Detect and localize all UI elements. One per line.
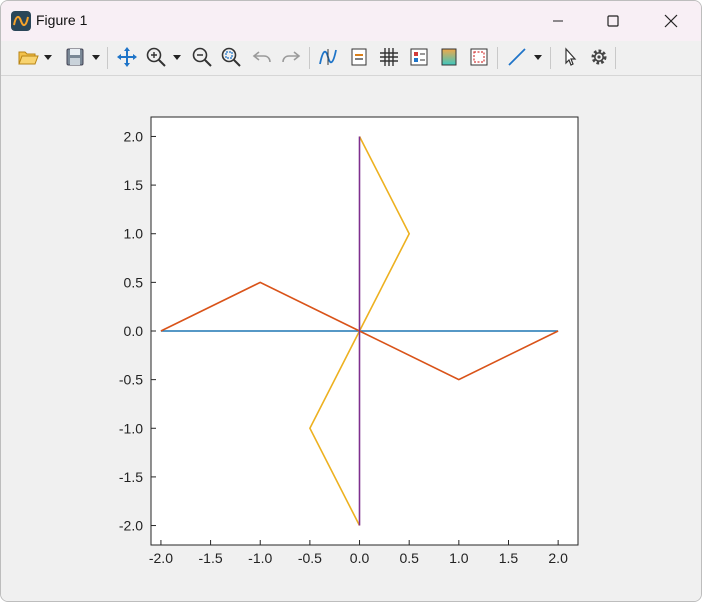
zoom-in-button[interactable] (143, 44, 169, 70)
maximize-button[interactable] (586, 1, 640, 41)
y-tick-label: -1.0 (119, 420, 143, 436)
property-inspector-button[interactable] (406, 44, 432, 70)
close-icon (664, 14, 678, 28)
x-tick-label: 0.0 (350, 550, 370, 566)
data-cursor-button[interactable] (315, 44, 341, 70)
y-tick-label: 2.0 (124, 128, 144, 144)
zoom-in-dropdown[interactable] (170, 44, 184, 70)
zoom-in-icon (146, 47, 166, 67)
line-style-icon (508, 48, 526, 66)
pan-icon (117, 47, 137, 67)
x-tick-label: -0.5 (298, 550, 322, 566)
y-tick-label: 1.5 (124, 177, 144, 193)
colorbar-button[interactable] (436, 44, 462, 70)
save-icon (66, 48, 84, 66)
y-tick-label: 0.5 (124, 274, 144, 290)
title-bar: Figure 1 (1, 1, 701, 41)
figure-window: Figure 1 -2.0 -1.5 -1.0 -0.5 0.0 0.5 1.0… (0, 0, 702, 602)
chevron-down-icon (534, 55, 542, 60)
matlab-figure-icon (11, 11, 31, 31)
line-style-button[interactable] (504, 44, 530, 70)
toolbar-separator (615, 47, 616, 69)
y-tick-label: 0.0 (124, 323, 144, 339)
zoom-out-icon (192, 47, 212, 67)
minimize-icon (553, 20, 563, 22)
grid-icon (380, 48, 398, 66)
grid-button[interactable] (376, 44, 402, 70)
y-tick-label: -1.5 (119, 469, 143, 485)
chevron-down-icon (173, 55, 181, 60)
redo-icon (282, 51, 301, 63)
save-button[interactable] (62, 44, 88, 70)
undo-icon (252, 51, 271, 63)
pan-button[interactable] (114, 44, 140, 70)
chevron-down-icon (92, 55, 100, 60)
toolbar-separator (309, 47, 310, 69)
plot-svg[interactable]: -2.0 -1.5 -1.0 -0.5 0.0 0.5 1.0 1.5 2.0 2.0 1.5 1.0… (1, 76, 701, 601)
select-pointer-button[interactable] (557, 44, 583, 70)
y-tick-label: -2.0 (119, 518, 143, 534)
figure-toolbar (1, 41, 701, 76)
zoom-fit-icon (221, 47, 241, 67)
minimize-button[interactable] (531, 1, 585, 41)
close-button[interactable] (644, 1, 698, 41)
settings-button[interactable] (586, 44, 612, 70)
y-tick-label: 1.0 (124, 226, 144, 242)
colorbar-icon (441, 48, 457, 66)
zoom-fit-button[interactable] (218, 44, 244, 70)
chevron-down-icon (44, 55, 52, 60)
plot-edit-button[interactable] (466, 44, 492, 70)
property-inspector-icon (410, 48, 428, 66)
x-tick-label: 2.0 (548, 550, 568, 566)
open-file-dropdown[interactable] (41, 44, 55, 70)
open-file-button[interactable] (15, 44, 41, 70)
open-file-icon (18, 51, 39, 65)
window-title: Figure 1 (36, 12, 88, 28)
maximize-icon (607, 15, 619, 27)
toolbar-separator (550, 47, 551, 69)
x-tick-label: 0.5 (399, 550, 419, 566)
x-tick-label: -1.5 (199, 550, 223, 566)
zoom-out-button[interactable] (189, 44, 215, 70)
save-dropdown[interactable] (89, 44, 103, 70)
redo-button[interactable] (278, 44, 304, 70)
x-tick-label: -1.0 (248, 550, 272, 566)
undo-button[interactable] (249, 44, 275, 70)
figure-canvas[interactable]: -2.0 -1.5 -1.0 -0.5 0.0 0.5 1.0 1.5 2.0 2.0 1.5 1.0… (1, 76, 701, 601)
y-tick-label: -0.5 (119, 372, 143, 388)
insert-legend-icon (351, 48, 367, 66)
x-tick-label: 1.0 (449, 550, 469, 566)
insert-legend-button[interactable] (346, 44, 372, 70)
plot-edit-icon (470, 48, 488, 66)
select-pointer-icon (565, 47, 577, 66)
toolbar-separator (107, 47, 108, 69)
settings-gear-icon (591, 49, 607, 65)
line-style-dropdown[interactable] (531, 44, 545, 70)
x-tick-label: 1.5 (499, 550, 519, 566)
data-cursor-icon (319, 49, 337, 65)
x-tick-label: -2.0 (149, 550, 173, 566)
toolbar-separator (497, 47, 498, 69)
